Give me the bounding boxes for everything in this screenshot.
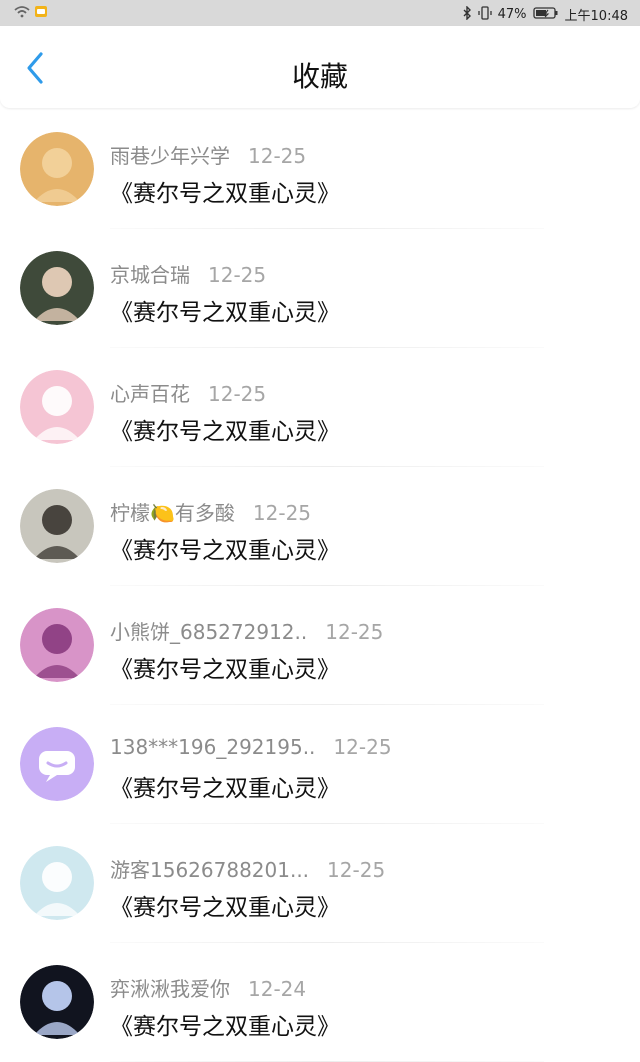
favorite-item[interactable]: 心声百花 12-25 《赛尔号之双重心灵》: [0, 348, 640, 467]
battery-percent: 47%: [497, 7, 527, 22]
avatar[interactable]: [20, 965, 94, 1039]
avatar-image: [20, 846, 94, 920]
battery-icon: [532, 6, 559, 24]
favorite-item[interactable]: 京城合瑞 12-25 《赛尔号之双重心灵》: [0, 229, 640, 348]
favorite-meta: 小熊饼_685272912.. 12-25: [110, 616, 383, 645]
book-title[interactable]: 《赛尔号之双重心灵》: [110, 650, 340, 684]
status-right: 47% 上午10:48: [462, 4, 628, 24]
status-time: 上午10:48: [564, 9, 628, 24]
wifi-icon: [14, 5, 30, 22]
username[interactable]: 138***196_292195..: [110, 735, 315, 759]
username[interactable]: 雨巷少年兴学: [110, 140, 230, 169]
book-title[interactable]: 《赛尔号之双重心灵》: [110, 412, 340, 446]
avatar[interactable]: [20, 251, 94, 325]
favorite-item[interactable]: 柠檬🍋有多酸 12-25 《赛尔号之双重心灵》: [0, 467, 640, 586]
favorite-item[interactable]: 138***196_292195.. 12-25 《赛尔号之双重心灵》: [0, 705, 640, 824]
username[interactable]: 心声百花: [110, 378, 190, 407]
favorite-date: 12-25: [248, 144, 307, 168]
favorite-date: 12-25: [208, 382, 267, 406]
chat-bubble-icon: [20, 727, 94, 801]
page-title: 收藏: [291, 60, 348, 93]
favorite-date: 12-25: [325, 620, 384, 644]
avatar-image: [20, 132, 94, 206]
avatar[interactable]: [20, 370, 94, 444]
favorite-item[interactable]: 小熊饼_685272912.. 12-25 《赛尔号之双重心灵》: [0, 586, 640, 705]
avatar[interactable]: [20, 489, 94, 563]
status-bar: 47% 上午10:48: [0, 0, 640, 26]
username[interactable]: 京城合瑞: [110, 259, 190, 288]
favorites-list: 雨巷少年兴学 12-25 《赛尔号之双重心灵》 京城合瑞 12-25 《赛尔号之双重心灵》…: [0, 110, 640, 1062]
book-title[interactable]: 《赛尔号之双重心灵》: [110, 174, 340, 208]
favorite-meta: 138***196_292195.. 12-25: [110, 735, 392, 759]
favorite-item[interactable]: 雨巷少年兴学 12-25 《赛尔号之双重心灵》: [0, 110, 640, 229]
username[interactable]: 弈湫湫我爱你: [110, 973, 230, 1002]
top-header: 收藏: [0, 26, 640, 108]
username[interactable]: 游客15626788201...: [110, 854, 309, 883]
book-title[interactable]: 《赛尔号之双重心灵》: [110, 888, 340, 922]
status-left: [14, 4, 48, 22]
favorite-meta: 心声百花 12-25: [110, 378, 266, 407]
book-title[interactable]: 《赛尔号之双重心灵》: [110, 769, 340, 803]
favorite-date: 12-25: [208, 263, 267, 287]
favorite-item[interactable]: 游客15626788201... 12-25 《赛尔号之双重心灵》: [0, 824, 640, 943]
avatar-image: [20, 370, 94, 444]
favorite-date: 12-25: [333, 735, 392, 759]
favorite-meta: 弈湫湫我爱你 12-24: [110, 973, 306, 1002]
favorite-date: 12-25: [327, 858, 386, 882]
username[interactable]: 小熊饼_685272912..: [110, 616, 307, 645]
favorite-date: 12-25: [252, 501, 312, 525]
favorite-meta: 柠檬🍋有多酸 12-25: [110, 497, 311, 526]
avatar-image: [20, 489, 94, 563]
favorite-meta: 雨巷少年兴学 12-25: [110, 140, 306, 169]
favorite-item[interactable]: 弈湫湫我爱你 12-24 《赛尔号之双重心灵》: [0, 943, 640, 1062]
favorite-date: 12-24: [248, 977, 307, 1001]
vibrate-icon: [477, 5, 492, 24]
book-title[interactable]: 《赛尔号之双重心灵》: [110, 293, 340, 327]
favorite-meta: 游客15626788201... 12-25: [110, 854, 385, 883]
avatar[interactable]: [20, 727, 94, 801]
avatar-image: [20, 965, 94, 1039]
sim-icon: [34, 4, 48, 22]
avatar-image: [20, 251, 94, 325]
book-title[interactable]: 《赛尔号之双重心灵》: [110, 531, 340, 565]
avatar[interactable]: [20, 846, 94, 920]
favorite-meta: 京城合瑞 12-25: [110, 259, 266, 288]
bluetooth-icon: [462, 4, 472, 24]
avatar[interactable]: [20, 608, 94, 682]
avatar-image: [20, 608, 94, 682]
book-title[interactable]: 《赛尔号之双重心灵》: [110, 1007, 340, 1041]
username[interactable]: 柠檬🍋有多酸: [110, 497, 235, 526]
avatar[interactable]: [20, 132, 94, 206]
